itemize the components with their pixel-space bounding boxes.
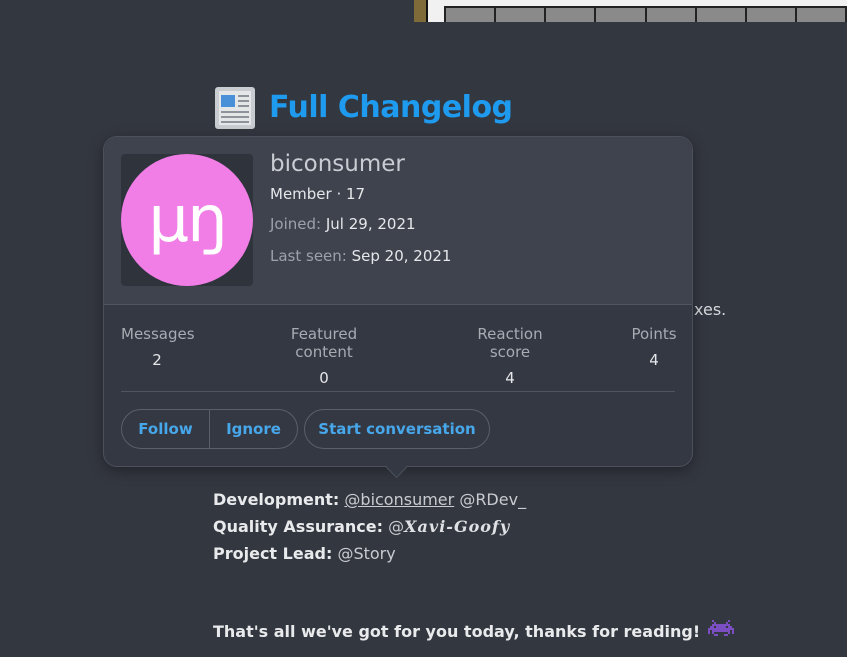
ignore-button[interactable]: Ignore <box>209 410 297 448</box>
lead-label: Project Lead <box>213 544 326 563</box>
closing-line: That's all we've got for you today, than… <box>213 620 735 642</box>
stat-messages[interactable]: Messages 2 <box>121 325 195 369</box>
follow-button[interactable]: Follow <box>122 410 209 448</box>
joined-label: Joined: <box>270 215 322 233</box>
avatar-frame: μŋ <box>121 154 253 286</box>
mention-rdev[interactable]: @RDev_ <box>459 490 526 509</box>
credits-block: Development: @biconsumer @RDev_ Quality … <box>213 486 526 567</box>
username[interactable]: biconsumer <box>270 151 405 177</box>
changelog-heading: Full Changelog <box>213 83 513 131</box>
credit-qa: Quality Assurance: @Xavi-Goofy <box>213 517 511 536</box>
card-header: μŋ biconsumer Member · 17 Joined: Jul 29… <box>104 137 692 305</box>
avatar[interactable]: μŋ <box>121 154 253 286</box>
joined-info: Joined: Jul 29, 2021 <box>270 215 416 233</box>
qa-label: Quality Assurance <box>213 517 377 536</box>
follow-ignore-group: Follow Ignore <box>121 409 298 449</box>
embedded-image-fragment <box>414 0 847 22</box>
stat-value: 0 <box>319 369 329 387</box>
newspaper-icon <box>213 83 261 131</box>
credit-development: Development: @biconsumer @RDev_ <box>213 490 527 509</box>
stat-points[interactable]: Points 4 <box>631 325 677 369</box>
space-invader-icon <box>708 620 735 642</box>
start-conversation-button[interactable]: Start conversation <box>304 409 490 449</box>
changelog-title[interactable]: Full Changelog <box>269 90 513 125</box>
closing-text: That's all we've got for you today, than… <box>213 621 701 641</box>
stat-featured-content[interactable]: Featured content 0 <box>262 325 386 387</box>
stat-reaction-score[interactable]: Reaction score 4 <box>457 325 563 387</box>
member-title: Member · 17 <box>270 185 366 203</box>
stat-label: Reaction score <box>477 325 543 361</box>
mention-biconsumer[interactable]: @biconsumer <box>344 490 454 509</box>
last-seen-label: Last seen: <box>270 247 347 265</box>
card-divider <box>121 391 675 392</box>
post-text-fragment: xes. <box>694 300 727 319</box>
member-tooltip-card: μŋ biconsumer Member · 17 Joined: Jul 29… <box>103 136 693 479</box>
mention-prefix: @ <box>388 517 405 536</box>
stat-value: 2 <box>152 351 162 369</box>
last-seen-value: Sep 20, 2021 <box>351 247 452 265</box>
mention-xavi-goofy[interactable]: @Xavi-Goofy <box>388 517 510 536</box>
stat-value: 4 <box>649 351 659 369</box>
tooltip-arrow <box>385 456 408 479</box>
mention-name: Xavi-Goofy <box>404 517 511 536</box>
stat-label: Points <box>631 325 677 343</box>
last-seen-info: Last seen: Sep 20, 2021 <box>270 247 451 265</box>
stat-label: Featured content <box>290 325 358 361</box>
stat-label: Messages <box>121 325 195 343</box>
mention-story[interactable]: @Story <box>337 544 395 563</box>
development-label: Development <box>213 490 333 509</box>
stat-value: 4 <box>505 369 515 387</box>
credit-lead: Project Lead: @Story <box>213 544 396 563</box>
avatar-initials: μŋ <box>148 183 227 257</box>
joined-value: Jul 29, 2021 <box>325 215 416 233</box>
member-stats: Messages 2 Featured content 0 Reaction s… <box>121 325 677 387</box>
